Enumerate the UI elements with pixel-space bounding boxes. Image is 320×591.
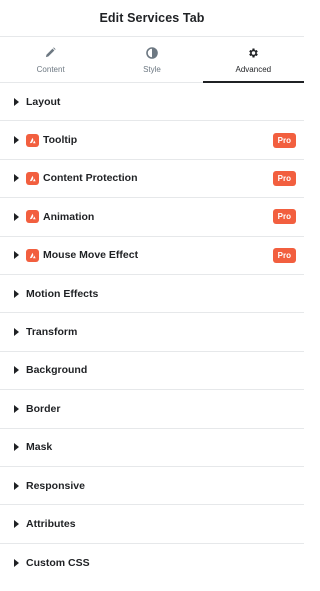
caret-right-icon: [14, 212, 20, 222]
pro-addon-icon: [26, 210, 39, 224]
section-content-protection[interactable]: Content Protection Pro: [0, 160, 304, 199]
section-layout[interactable]: Layout: [0, 83, 304, 122]
section-title: Tooltip: [43, 134, 78, 147]
section-title: Transform: [26, 326, 78, 339]
section-animation[interactable]: Animation Pro: [0, 198, 304, 237]
section-title: Background: [26, 364, 88, 377]
section-motion-effects[interactable]: Motion Effects: [0, 275, 304, 314]
section-attributes[interactable]: Attributes: [0, 505, 304, 544]
caret-right-icon: [14, 519, 20, 529]
caret-right-icon: [14, 404, 20, 414]
section-custom-css[interactable]: Custom CSS: [0, 544, 304, 582]
section-title: Custom CSS: [26, 556, 90, 569]
caret-right-icon: [14, 442, 20, 452]
pro-badge: Pro: [272, 132, 296, 148]
section-mask[interactable]: Mask: [0, 429, 304, 467]
pencil-icon: [44, 46, 58, 60]
caret-right-icon: [14, 135, 20, 145]
gear-icon: [246, 46, 260, 60]
tab-label-style: Style: [143, 64, 161, 74]
caret-right-icon: [14, 250, 20, 260]
section-title: Content Protection: [43, 172, 138, 185]
section-background[interactable]: Background: [0, 352, 304, 391]
tab-content[interactable]: Content: [0, 37, 101, 82]
caret-right-icon: [14, 173, 20, 183]
section-title: Border: [26, 402, 61, 415]
section-title: Attributes: [26, 517, 76, 530]
section-title: Mask: [26, 441, 53, 454]
caret-right-icon: [14, 97, 20, 107]
section-border[interactable]: Border: [0, 390, 304, 429]
tab-label-advanced: Advanced: [235, 64, 272, 74]
panel-header: Edit Services Tab: [0, 0, 304, 37]
pro-badge: Pro: [272, 209, 296, 225]
section-tooltip[interactable]: Tooltip Pro: [0, 121, 304, 160]
pro-badge: Pro: [272, 170, 296, 186]
pro-addon-icon: [26, 133, 39, 147]
caret-right-icon: [14, 327, 20, 337]
pro-addon-icon: [26, 248, 39, 262]
caret-right-icon: [14, 558, 20, 568]
editor-panel: Edit Services Tab Content Style Advanced…: [0, 0, 305, 591]
section-title: Motion Effects: [26, 287, 99, 300]
tab-label-content: Content: [36, 64, 65, 74]
section-title: Layout: [26, 95, 61, 108]
caret-right-icon: [14, 365, 20, 375]
caret-right-icon: [14, 289, 20, 299]
section-title: Mouse Move Effect: [43, 249, 139, 262]
section-transform[interactable]: Transform: [0, 313, 304, 352]
tab-advanced[interactable]: Advanced: [202, 37, 305, 83]
pro-addon-icon: [26, 171, 39, 185]
caret-right-icon: [14, 481, 20, 491]
section-responsive[interactable]: Responsive: [0, 467, 304, 506]
section-list: Layout Tooltip Pro Content Protection Pr…: [0, 83, 304, 582]
section-mouse-move-effect[interactable]: Mouse Move Effect Pro: [0, 237, 304, 275]
half-circle-icon: [145, 46, 159, 60]
panel-tabs: Content Style Advanced: [0, 37, 305, 83]
section-title: Responsive: [26, 479, 85, 492]
panel-title: Edit Services Tab: [99, 11, 205, 25]
tab-style[interactable]: Style: [101, 37, 202, 82]
pro-badge: Pro: [272, 247, 296, 263]
section-title: Animation: [43, 210, 95, 223]
